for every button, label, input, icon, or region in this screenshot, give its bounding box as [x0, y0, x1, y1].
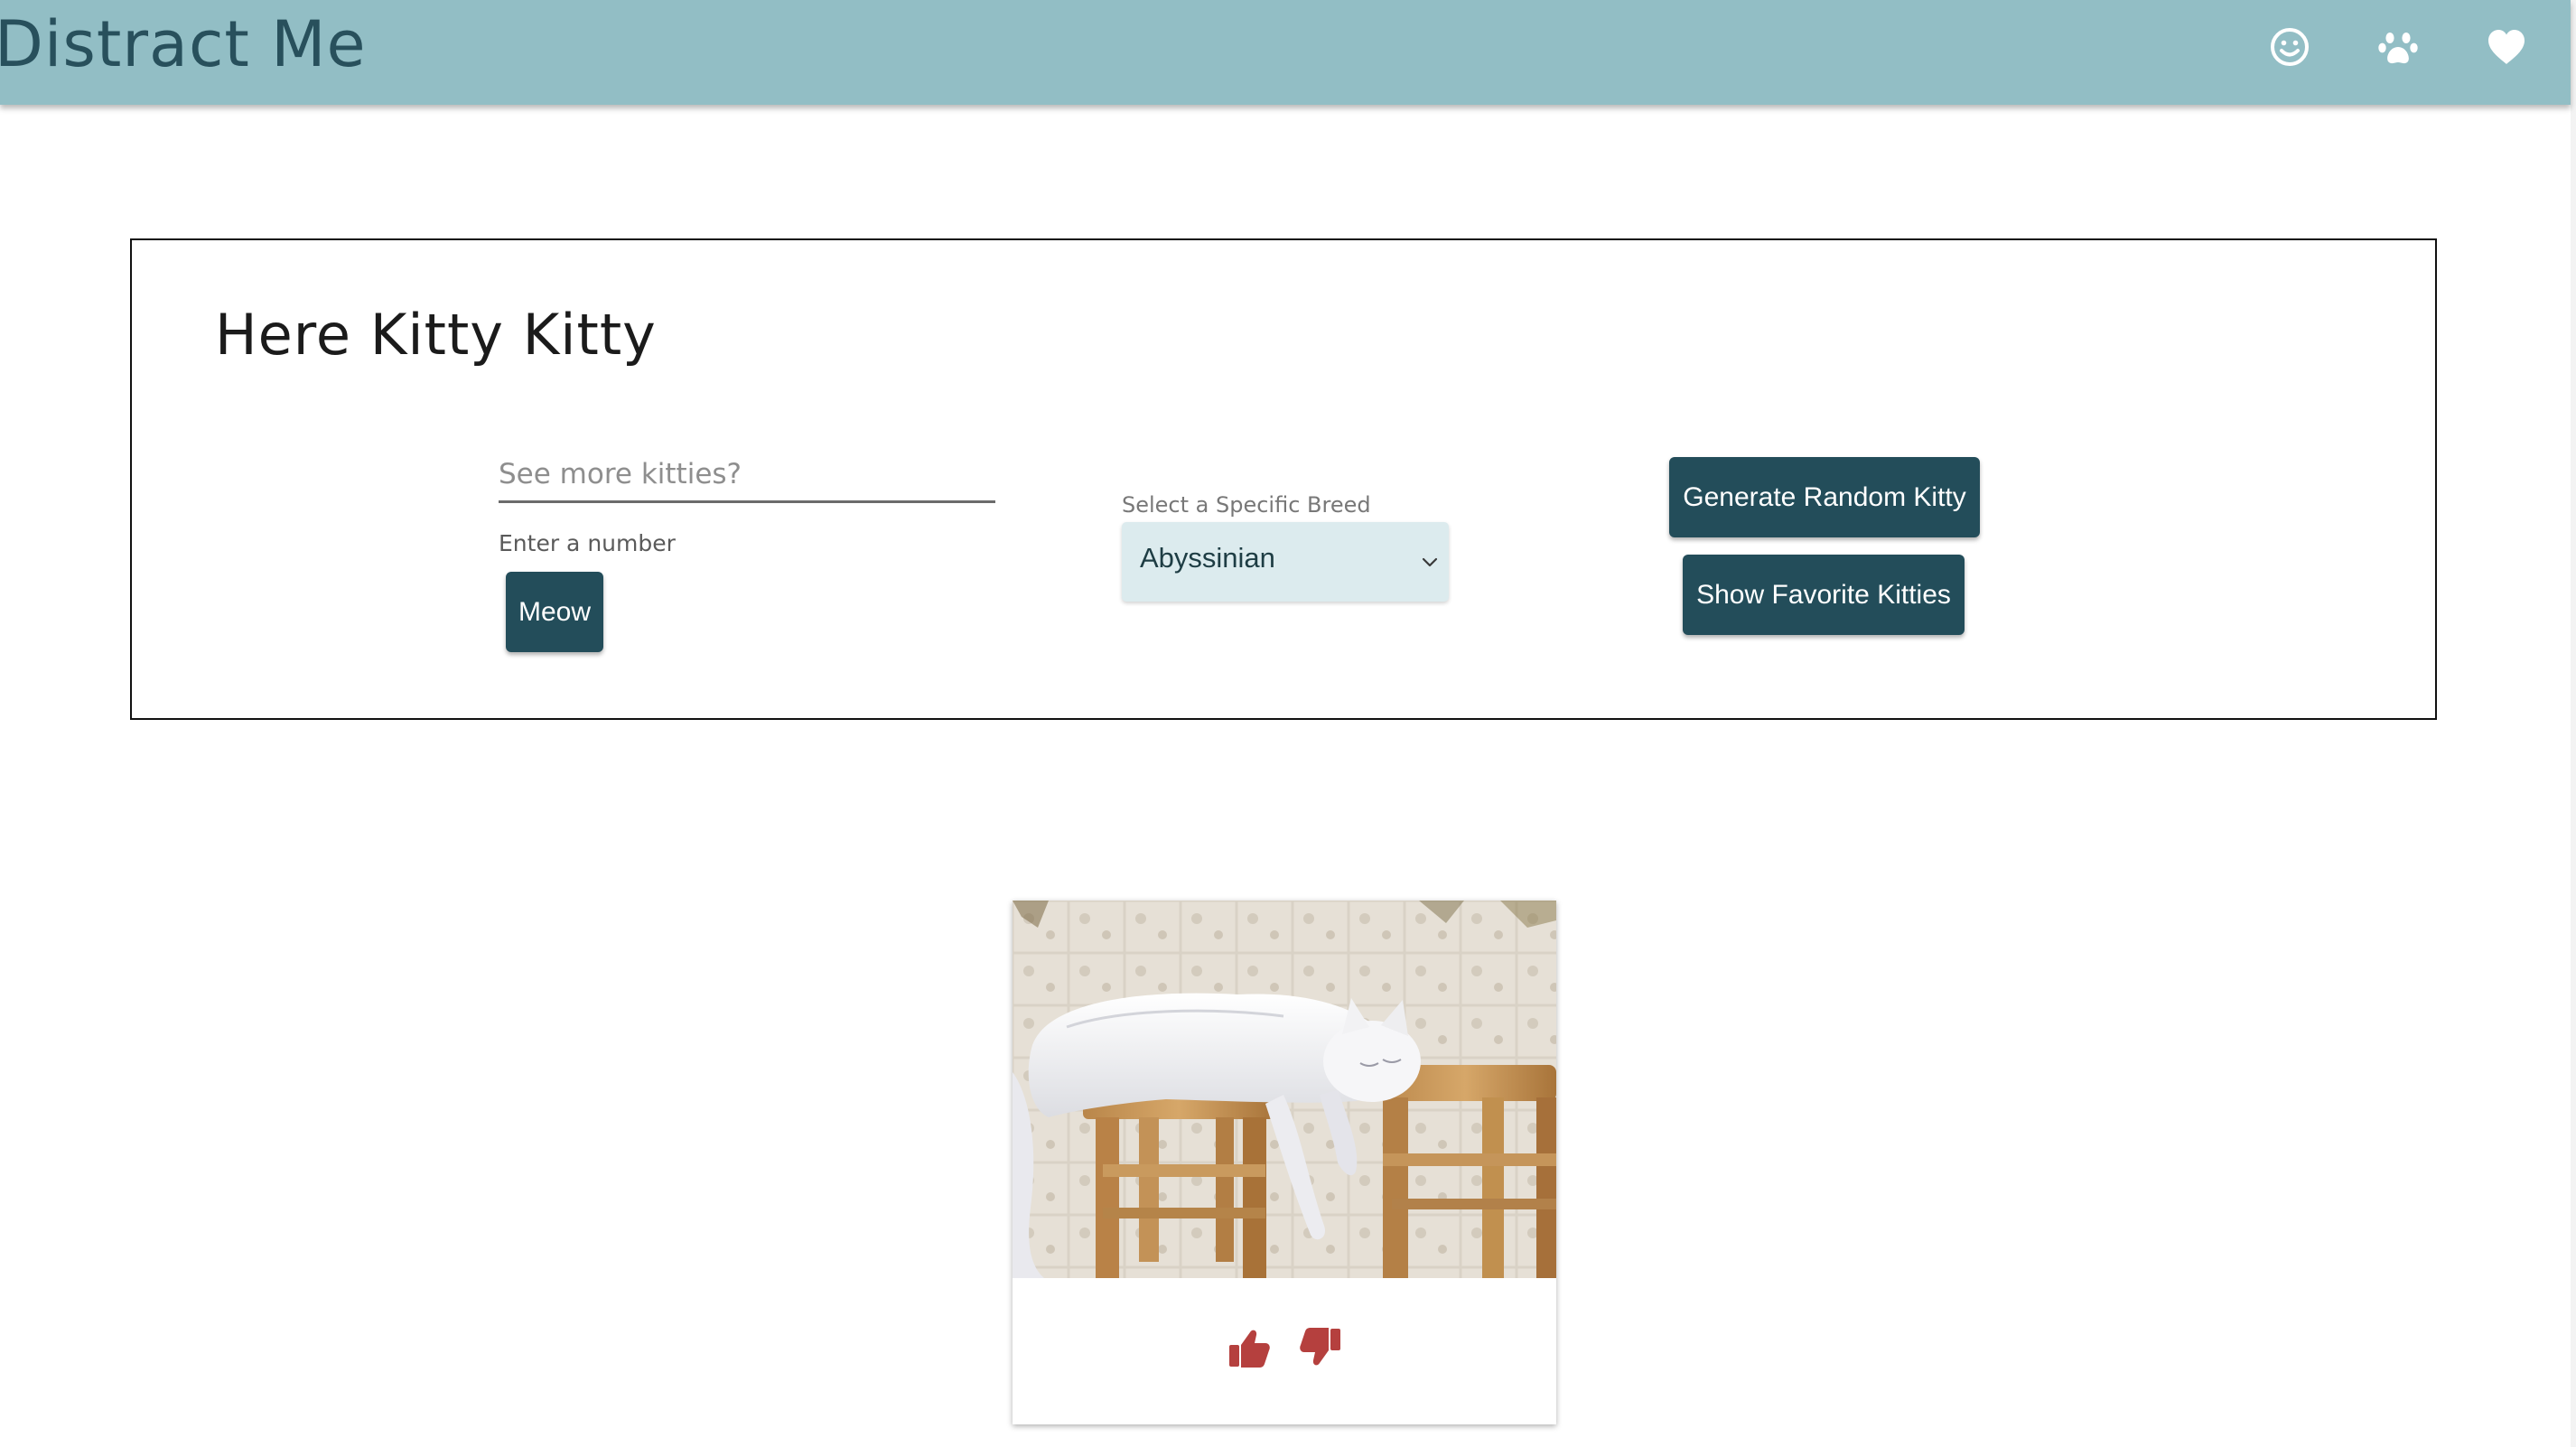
breed-select-value: Abyssinian	[1140, 542, 1275, 574]
chevron-down-icon	[1420, 552, 1440, 572]
kitty-card	[1013, 901, 1556, 1424]
smile-icon[interactable]	[2268, 25, 2311, 69]
breed-select[interactable]: Abyssinian	[1122, 522, 1449, 602]
kitty-count-input[interactable]	[499, 448, 995, 503]
generate-random-kitty-button[interactable]: Generate Random Kitty	[1669, 457, 1980, 537]
card-actions	[1013, 1278, 1556, 1424]
panel-title: Here Kitty Kitty	[215, 302, 657, 368]
paw-icon[interactable]	[2376, 25, 2420, 69]
thumbs-down-icon[interactable]	[1298, 1325, 1343, 1370]
page-scrollbar[interactable]	[2571, 0, 2576, 1447]
meow-button[interactable]: Meow	[506, 572, 603, 652]
thumbs-up-icon[interactable]	[1227, 1325, 1272, 1370]
show-favorite-kitties-button[interactable]: Show Favorite Kitties	[1683, 555, 1965, 635]
app-title: Distract Me	[0, 7, 367, 81]
app-bar: Distract Me	[0, 0, 2571, 105]
kitty-controls-panel: Here Kitty Kitty Enter a number Meow Sel…	[130, 238, 2437, 720]
breed-select-label: Select a Specific Breed	[1122, 492, 1371, 518]
heart-icon[interactable]	[2485, 25, 2528, 69]
cat-photo	[1013, 901, 1556, 1278]
count-helper-text: Enter a number	[499, 530, 676, 556]
